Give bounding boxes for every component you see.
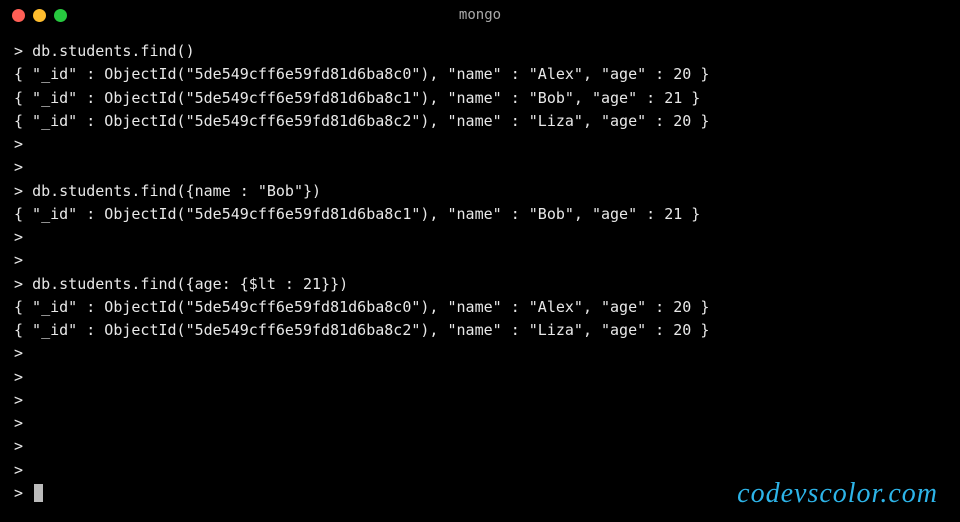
window-title: mongo [0, 7, 960, 23]
terminal-text: { "_id" : ObjectId("5de549cff6e59fd81d6b… [14, 89, 700, 107]
terminal-text: { "_id" : ObjectId("5de549cff6e59fd81d6b… [14, 65, 709, 83]
terminal-line: { "_id" : ObjectId("5de549cff6e59fd81d6b… [14, 87, 946, 110]
terminal-area[interactable]: > db.students.find() { "_id" : ObjectId("… [0, 30, 960, 505]
prompt-char: > [14, 182, 32, 200]
prompt-char: > [14, 437, 32, 455]
terminal-text: { "_id" : ObjectId("5de549cff6e59fd81d6b… [14, 112, 709, 130]
prompt-char: > [14, 368, 32, 386]
zoom-icon[interactable] [54, 9, 67, 22]
close-icon[interactable] [12, 9, 25, 22]
terminal-line: > [14, 133, 946, 156]
terminal-line: > [14, 435, 946, 458]
terminal-line: { "_id" : ObjectId("5de549cff6e59fd81d6b… [14, 319, 946, 342]
prompt-char: > [14, 42, 32, 60]
terminal-text: { "_id" : ObjectId("5de549cff6e59fd81d6b… [14, 321, 709, 339]
terminal-line: > [14, 389, 946, 412]
window-titlebar: mongo [0, 0, 960, 30]
traffic-lights [12, 9, 67, 22]
prompt-char: > [14, 251, 32, 269]
terminal-text: db.students.find() [32, 42, 195, 60]
terminal-line: > [14, 226, 946, 249]
terminal-line: { "_id" : ObjectId("5de549cff6e59fd81d6b… [14, 203, 946, 226]
prompt-char: > [14, 275, 32, 293]
terminal-line: > db.students.find() [14, 40, 946, 63]
prompt-char: > [14, 135, 32, 153]
terminal-line: > [14, 156, 946, 179]
terminal-text: { "_id" : ObjectId("5de549cff6e59fd81d6b… [14, 298, 709, 316]
prompt-char: > [14, 158, 32, 176]
terminal-line: { "_id" : ObjectId("5de549cff6e59fd81d6b… [14, 110, 946, 133]
minimize-icon[interactable] [33, 9, 46, 22]
prompt-char: > [14, 344, 32, 362]
terminal-line: > db.students.find({age: {$lt : 21}}) [14, 273, 946, 296]
terminal-text: db.students.find({name : "Bob"}) [32, 182, 321, 200]
prompt-char: > [14, 414, 32, 432]
terminal-line: { "_id" : ObjectId("5de549cff6e59fd81d6b… [14, 63, 946, 86]
terminal-line: > [14, 366, 946, 389]
cursor-icon [34, 484, 43, 502]
watermark-text: codevscolor.com [737, 478, 938, 510]
prompt-char: > [14, 391, 32, 409]
terminal-line: > [14, 342, 946, 365]
terminal-line: > [14, 412, 946, 435]
terminal-line: > db.students.find({name : "Bob"}) [14, 180, 946, 203]
prompt-char: > [14, 484, 32, 502]
terminal-line: { "_id" : ObjectId("5de549cff6e59fd81d6b… [14, 296, 946, 319]
prompt-char: > [14, 228, 32, 246]
terminal-text: db.students.find({age: {$lt : 21}}) [32, 275, 348, 293]
prompt-char: > [14, 461, 32, 479]
terminal-text: { "_id" : ObjectId("5de549cff6e59fd81d6b… [14, 205, 700, 223]
terminal-line: > [14, 249, 946, 272]
